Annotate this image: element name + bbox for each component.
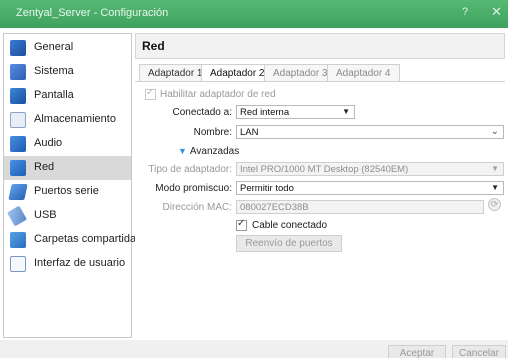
adapter-type-select[interactable]: Intel PRO/1000 MT Desktop (82540EM) ▼ <box>236 162 504 176</box>
promiscuous-mode-label: Modo promiscuo: <box>155 183 232 194</box>
sidebar-item-label: Sistema <box>34 65 74 77</box>
sidebar-item-label: USB <box>34 209 57 221</box>
serial-port-icon <box>8 184 28 200</box>
close-button[interactable]: ✕ <box>491 4 502 20</box>
sidebar-item-general[interactable]: General <box>4 36 131 60</box>
cable-connected-label: Cable conectado <box>252 220 328 231</box>
attached-to-label: Conectado a: <box>172 107 233 118</box>
sidebar-item-audio[interactable]: Audio <box>4 132 131 156</box>
enable-adapter-checkbox[interactable] <box>145 87 156 100</box>
chevron-down-icon: ⌄ <box>490 126 499 137</box>
sidebar-item-label: General <box>34 41 74 53</box>
sidebar-item-pantalla[interactable]: Pantalla <box>4 84 131 108</box>
sidebar-item-interfaz-de-usuario[interactable]: Interfaz de usuario <box>4 252 131 276</box>
sidebar-item-label: Interfaz de usuario <box>34 257 126 269</box>
attached-to-value: Red interna <box>240 107 290 118</box>
settings-sidebar: General Sistema Pantalla Almacenamiento … <box>3 33 142 338</box>
network-icon <box>10 160 26 176</box>
mac-address-label: Dirección MAC: <box>162 202 232 213</box>
audio-icon <box>10 136 26 152</box>
page-header: Red <box>135 33 505 59</box>
sidebar-item-label: Red <box>34 161 55 173</box>
display-icon <box>10 88 26 104</box>
motherboard-icon <box>10 64 26 80</box>
name-label: Nombre: <box>193 127 232 138</box>
network-name-combobox[interactable]: LAN ⌄ <box>236 125 504 139</box>
advanced-label: Avanzadas <box>189 146 240 157</box>
refresh-mac-icon[interactable]: ⟳ <box>488 198 501 211</box>
sidebar-item-sistema[interactable]: Sistema <box>4 60 131 84</box>
network-name-value: LAN <box>240 127 259 138</box>
sidebar-item-label: Almacenamiento <box>34 113 116 125</box>
tab-adaptador-4[interactable]: Adaptador 4 <box>327 64 400 82</box>
sidebar-item-label: Carpetas compartidas <box>34 233 142 245</box>
sidebar-item-label: Audio <box>34 137 63 149</box>
page-title: Red <box>142 39 165 53</box>
enable-adapter-label: Habilitar adaptador de red <box>160 89 276 100</box>
mac-address-value: 080027ECD38B <box>240 202 309 213</box>
dropdown-arrow-icon: ▼ <box>342 107 350 116</box>
tab-adaptador-3[interactable]: Adaptador 3 <box>264 64 337 82</box>
sidebar-item-puertos-serie[interactable]: Puertos serie <box>4 180 131 204</box>
storage-icon <box>10 112 26 128</box>
tab-adaptador-2[interactable]: Adaptador 2 <box>201 64 274 82</box>
sidebar-item-label: Puertos serie <box>34 185 99 197</box>
window-titlebar: Zentyal_Server - Configuración ? ✕ <box>0 0 508 28</box>
mac-address-field[interactable]: 080027ECD38B <box>236 200 484 214</box>
advanced-toggle[interactable]: ▼ Avanzadas <box>178 146 239 157</box>
general-icon <box>10 40 26 56</box>
port-forwarding-button[interactable]: Reenvío de puertos <box>236 235 342 252</box>
promiscuous-mode-select[interactable]: Permitir todo ▼ <box>236 181 504 195</box>
user-interface-icon <box>10 256 26 272</box>
help-button[interactable]: ? <box>462 6 468 18</box>
triangle-down-icon: ▼ <box>178 146 187 156</box>
window-title: Zentyal_Server - Configuración <box>16 7 169 19</box>
sidebar-item-red[interactable]: Red <box>4 156 131 180</box>
adapter-tabs: Adaptador 1 Adaptador 2 Adaptador 3 Adap… <box>135 64 505 82</box>
shared-folder-icon <box>10 232 26 248</box>
usb-icon <box>6 205 28 227</box>
sidebar-item-almacenamiento[interactable]: Almacenamiento <box>4 108 131 132</box>
promiscuous-mode-value: Permitir todo <box>240 183 294 194</box>
cancel-button[interactable]: Cancelar <box>452 345 506 358</box>
sidebar-item-carpetas-compartidas[interactable]: Carpetas compartidas <box>4 228 142 252</box>
adapter-type-label: Tipo de adaptador: <box>148 164 232 175</box>
cable-connected-checkbox[interactable] <box>236 218 247 231</box>
dropdown-arrow-icon: ▼ <box>491 183 499 192</box>
adapter-type-value: Intel PRO/1000 MT Desktop (82540EM) <box>240 164 409 175</box>
accept-button[interactable]: Aceptar <box>388 345 446 358</box>
dropdown-arrow-icon: ▼ <box>491 164 499 173</box>
sidebar-item-usb[interactable]: USB <box>4 204 131 228</box>
sidebar-item-label: Pantalla <box>34 89 74 101</box>
attached-to-select[interactable]: Red interna ▼ <box>236 105 355 119</box>
